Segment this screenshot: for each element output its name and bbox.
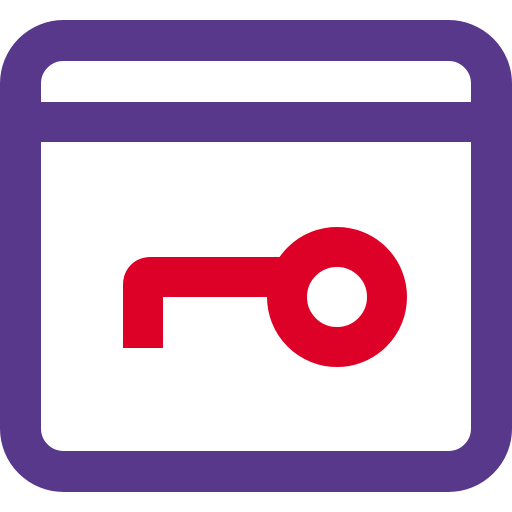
key-ring	[267, 227, 407, 367]
browser-window-key-icon	[0, 20, 512, 492]
icon-canvas	[0, 0, 512, 512]
key-icon	[123, 227, 407, 367]
key-shaft	[123, 257, 287, 348]
